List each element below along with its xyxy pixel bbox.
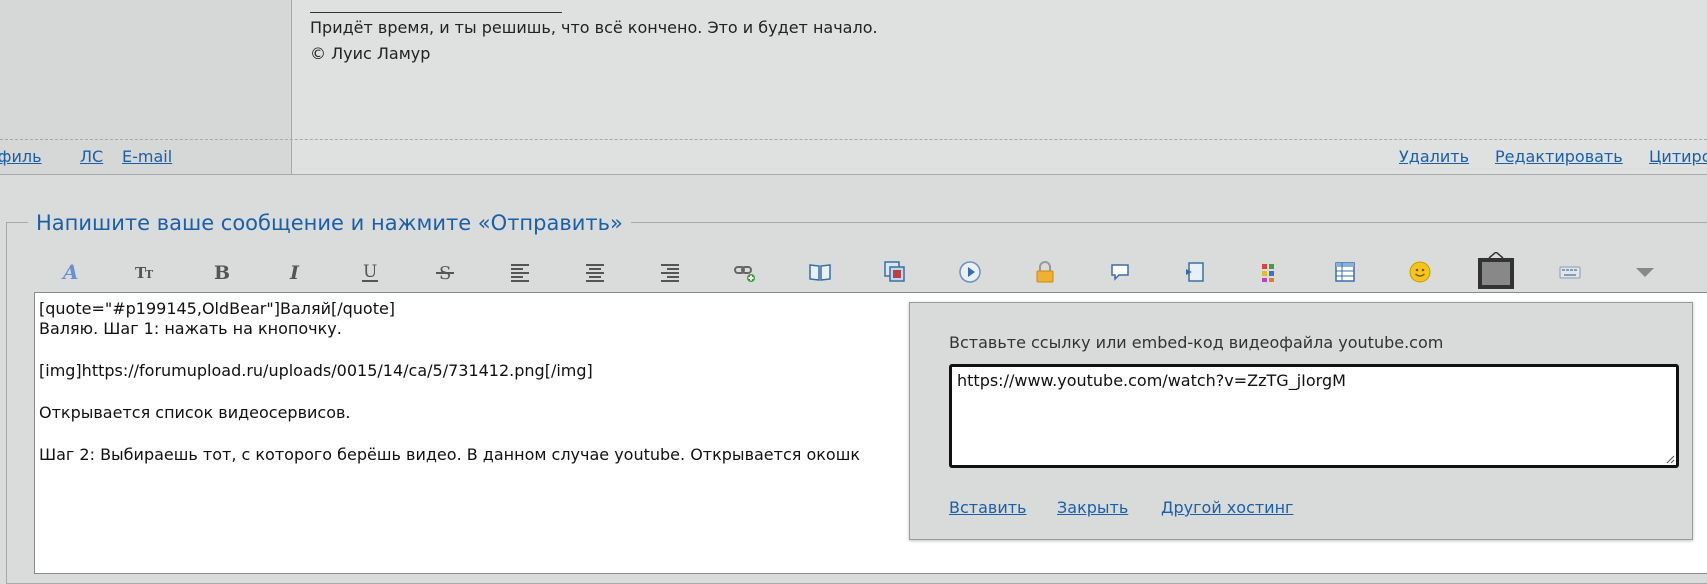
profile-link[interactable]: офиль xyxy=(0,147,42,167)
signature-divider xyxy=(310,12,562,13)
font-icon[interactable]: A xyxy=(54,256,86,288)
editor-line: Открывается список видеосервисов. xyxy=(39,403,351,422)
keyboard-icon[interactable] xyxy=(1554,256,1586,288)
post-block: Придёт время, и ты решишь, что всё конче… xyxy=(0,0,1707,175)
table-icon[interactable] xyxy=(1329,256,1361,288)
video-embed-label: Вставьте ссылку или embed-код видеофайла… xyxy=(949,333,1444,352)
quote-post-link[interactable]: Цитиро xyxy=(1649,147,1707,167)
strikethrough-icon[interactable]: S xyxy=(429,256,461,288)
editor-line: Валяю. Шаг 1: нажать на кнопочку. xyxy=(39,319,342,338)
editor-line: [quote="#p199145,OldBear"]Валяй[/quote] xyxy=(39,299,396,318)
other-hosting-link[interactable]: Другой хостинг xyxy=(1161,498,1293,518)
email-link[interactable]: E-mail xyxy=(122,147,172,167)
post-links-divider xyxy=(0,139,1707,140)
svg-text:A: A xyxy=(61,260,79,284)
link-add-icon[interactable] xyxy=(729,256,761,288)
smiley-icon[interactable] xyxy=(1404,256,1436,288)
lock-icon[interactable] xyxy=(1029,256,1061,288)
delete-post-link[interactable]: Удалить xyxy=(1399,147,1469,167)
post-bottom-border xyxy=(0,174,1707,175)
align-right-icon[interactable] xyxy=(654,256,686,288)
video-embed-popup: Вставьте ссылку или embed-код видеофайла… xyxy=(909,302,1693,540)
svg-text:U: U xyxy=(363,262,377,282)
script-icon[interactable] xyxy=(1179,256,1211,288)
signature-quote: Придёт время, и ты решишь, что всё конче… xyxy=(310,18,878,37)
private-message-link[interactable]: ЛС xyxy=(80,147,103,167)
align-center-icon[interactable] xyxy=(579,256,611,288)
bold-icon[interactable]: B xyxy=(204,256,236,288)
text-size-icon[interactable]: TT xyxy=(129,256,161,288)
reply-form-legend: Напишите ваше сообщение и нажмите «Отпра… xyxy=(28,210,631,236)
insert-video-link[interactable]: Вставить xyxy=(949,498,1026,518)
tv-frame-icon[interactable] xyxy=(1477,252,1515,290)
video-play-icon[interactable] xyxy=(954,256,986,288)
underline-icon[interactable]: U xyxy=(354,256,386,288)
svg-text:B: B xyxy=(214,262,230,284)
close-popup-link[interactable]: Закрыть xyxy=(1057,498,1128,518)
editor-line: [img]https://forumupload.ru/uploads/0015… xyxy=(39,361,593,380)
video-url-input[interactable]: https://www.youtube.com/watch?v=ZzTG_jIo… xyxy=(949,364,1679,468)
color-palette-icon[interactable] xyxy=(1254,256,1286,288)
edit-post-link[interactable]: Редактировать xyxy=(1495,147,1623,167)
svg-text:T: T xyxy=(145,268,154,281)
dropdown-arrow-icon[interactable] xyxy=(1629,256,1661,288)
signature-author: © Луис Ламур xyxy=(310,44,431,63)
speech-bubble-icon[interactable] xyxy=(1104,256,1136,288)
editor-line: Шаг 2: Выбираешь тот, с которого берёшь … xyxy=(39,445,861,464)
svg-text:I: I xyxy=(289,262,300,284)
italic-icon[interactable]: I xyxy=(279,256,311,288)
book-icon[interactable] xyxy=(804,256,836,288)
align-left-icon[interactable] xyxy=(504,256,536,288)
images-icon[interactable] xyxy=(879,256,911,288)
resize-grip-icon[interactable] xyxy=(1665,454,1675,464)
